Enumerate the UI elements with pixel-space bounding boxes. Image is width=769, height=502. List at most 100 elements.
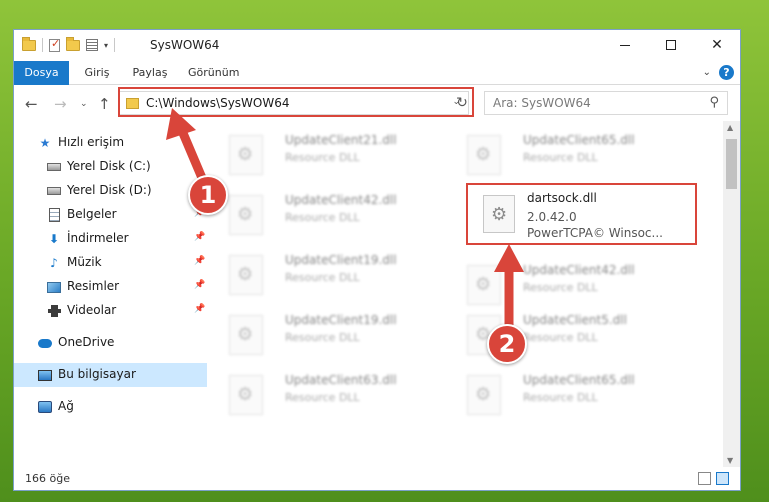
dll-file-icon — [467, 265, 501, 305]
sidebar-item-label: Belgeler — [67, 207, 117, 221]
list-item[interactable]: UpdateClient63.dll Resource DLL — [211, 367, 443, 423]
pictures-icon — [47, 281, 61, 293]
file-list: UpdateClient21.dll Resource DLL UpdateCl… — [209, 121, 725, 467]
file-name: UpdateClient65.dll — [523, 373, 635, 387]
file-name: UpdateClient42.dll — [285, 193, 397, 207]
sidebar-item-quick-access[interactable]: ★ Hızlı erişim — [14, 131, 207, 155]
file-description: Resource DLL — [285, 391, 360, 404]
minimize-icon — [620, 44, 630, 46]
separator — [114, 38, 116, 52]
music-icon: ♪ — [50, 256, 58, 270]
item-count: 166 öğe — [25, 472, 70, 485]
file-description: Resource DLL — [285, 271, 360, 284]
dll-file-icon — [229, 255, 263, 295]
sidebar-item-label: Hızlı erişim — [58, 135, 125, 149]
sidebar-item-label: Yerel Disk (D:) — [67, 183, 152, 197]
drive-icon — [47, 163, 61, 171]
close-icon: ✕ — [711, 37, 723, 53]
pin-icon[interactable]: 📌 — [194, 304, 205, 314]
sidebar-item-local-disk-c[interactable]: Yerel Disk (C:) — [14, 155, 207, 179]
sidebar-item-label: Müzik — [67, 255, 102, 269]
tab-home[interactable]: Giriş — [82, 61, 112, 85]
status-bar: 166 öğe — [14, 467, 740, 490]
cloud-icon — [38, 338, 52, 348]
minimize-button[interactable] — [602, 30, 648, 60]
new-folder-icon[interactable] — [66, 36, 80, 51]
dll-file-icon — [467, 375, 501, 415]
sidebar-item-pictures[interactable]: Resimler 📌 — [14, 275, 207, 299]
forward-arrow-icon[interactable]: → — [54, 95, 67, 113]
file-description: Resource DLL — [285, 331, 360, 344]
file-highlight-box — [466, 183, 697, 245]
sidebar-item-local-disk-d[interactable]: Yerel Disk (D:) — [14, 179, 207, 203]
close-button[interactable]: ✕ — [694, 30, 740, 60]
sidebar-item-network[interactable]: Ağ — [14, 395, 207, 419]
sidebar-item-label: Bu bilgisayar — [58, 367, 136, 381]
list-item[interactable]: UpdateClient5.dll Resource DLL — [449, 307, 681, 363]
ribbon: Dosya Giriş Paylaş Görünüm ⌄ ? — [14, 61, 740, 85]
large-icons-view-icon[interactable] — [716, 472, 729, 485]
dll-file-icon — [229, 315, 263, 355]
tab-share[interactable]: Paylaş — [132, 61, 168, 85]
properties-icon[interactable] — [86, 39, 98, 51]
file-name: UpdateClient21.dll — [285, 133, 397, 147]
tab-file[interactable]: Dosya — [14, 61, 69, 85]
sidebar-item-documents[interactable]: Belgeler 📌 — [14, 203, 207, 227]
quick-access-toolbar: ▾ — [22, 36, 116, 52]
file-name: UpdateClient42.dll — [523, 263, 635, 277]
sidebar-item-label: İndirmeler — [67, 231, 129, 245]
file-name: UpdateClient65.dll — [523, 133, 635, 147]
sidebar-item-label: Videolar — [67, 303, 117, 317]
file-name: UpdateClient19.dll — [285, 313, 397, 327]
dll-file-icon — [229, 375, 263, 415]
documents-icon — [48, 208, 60, 222]
sidebar-item-music[interactable]: ♪ Müzik 📌 — [14, 251, 207, 275]
help-icon[interactable]: ? — [719, 65, 734, 80]
properties-check-icon[interactable] — [49, 37, 60, 52]
list-item[interactable]: UpdateClient19.dll Resource DLL — [211, 307, 443, 363]
step-badge-1: 1 — [188, 175, 228, 215]
pin-icon[interactable]: 📌 — [194, 232, 205, 242]
pin-icon[interactable]: 📌 — [194, 256, 205, 266]
list-item[interactable]: UpdateClient42.dll Resource DLL — [449, 257, 681, 313]
scroll-up-icon[interactable]: ▲ — [727, 123, 733, 132]
sidebar-item-this-pc[interactable]: Bu bilgisayar — [14, 363, 207, 387]
sidebar-item-downloads[interactable]: ⬇ İndirmeler 📌 — [14, 227, 207, 251]
list-item[interactable]: UpdateClient65.dll Resource DLL — [449, 127, 681, 183]
dll-file-icon — [467, 135, 501, 175]
videos-icon — [47, 305, 61, 317]
file-description: Resource DLL — [523, 331, 598, 344]
scrollbar-thumb[interactable] — [726, 139, 737, 189]
file-description: Resource DLL — [523, 281, 598, 294]
maximize-icon — [666, 40, 676, 50]
list-item[interactable]: UpdateClient19.dll Resource DLL — [211, 247, 443, 303]
list-item[interactable]: UpdateClient42.dll Resource DLL — [211, 187, 443, 243]
pin-icon[interactable]: 📌 — [194, 280, 205, 290]
step-badge-2: 2 — [487, 324, 527, 364]
list-item[interactable]: UpdateClient21.dll Resource DLL — [211, 127, 443, 183]
expand-ribbon-icon[interactable]: ⌄ — [703, 67, 711, 78]
sidebar-item-videos[interactable]: Videolar 📌 — [14, 299, 207, 323]
network-icon — [38, 401, 52, 413]
list-item[interactable]: UpdateClient65.dll Resource DLL — [449, 367, 681, 423]
maximize-button[interactable] — [648, 30, 694, 60]
recent-locations-icon[interactable]: ⌄ — [80, 99, 88, 109]
back-arrow-icon[interactable]: ← — [25, 95, 38, 113]
download-icon: ⬇ — [48, 232, 60, 246]
details-view-icon[interactable] — [698, 472, 711, 485]
sidebar-item-onedrive[interactable]: OneDrive — [14, 331, 207, 355]
window-title: SysWOW64 — [150, 38, 220, 52]
search-input[interactable]: Ara: SysWOW64 ⚲ — [484, 91, 728, 115]
up-arrow-icon[interactable]: ↑ — [98, 95, 111, 113]
separator — [42, 38, 43, 52]
search-placeholder: Ara: SysWOW64 — [493, 96, 591, 110]
file-name: UpdateClient5.dll — [523, 313, 627, 327]
vertical-scrollbar[interactable]: ▲ ▼ — [723, 121, 740, 467]
dll-file-icon — [229, 135, 263, 175]
tab-view[interactable]: Görünüm — [188, 61, 239, 85]
file-description: Resource DLL — [285, 151, 360, 164]
customize-toolbar-icon[interactable]: ▾ — [104, 41, 108, 50]
computer-icon — [38, 369, 52, 381]
scroll-down-icon[interactable]: ▼ — [727, 456, 733, 465]
address-highlight-box — [118, 87, 474, 117]
